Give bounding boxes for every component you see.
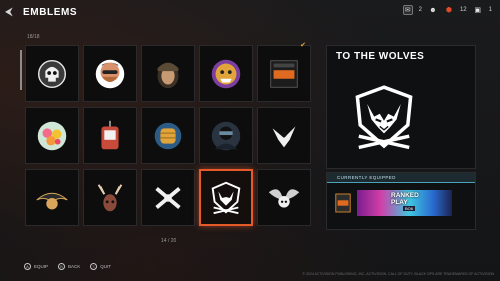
beast-icon <box>211 59 241 88</box>
page-title: EMBLEMS <box>23 7 78 18</box>
operator-icon <box>211 121 241 150</box>
prestige-icon[interactable]: ⬢ <box>444 5 454 15</box>
legal-text: © 2024 ACTIVISION PUBLISHING, INC. ACTIV… <box>302 272 494 276</box>
menu-button-icon: ≡ <box>90 263 98 270</box>
tile-bird-emblem[interactable] <box>257 107 311 164</box>
emblem-counter: 18/18 <box>27 34 40 40</box>
profile-icon[interactable]: ▣ <box>473 5 483 15</box>
notif-count: 1 <box>488 7 492 13</box>
tile-winged-skull-emblem[interactable] <box>257 169 311 226</box>
friends-icon[interactable]: ☻ <box>428 5 438 15</box>
quit-button[interactable]: ≡ QUIT <box>90 263 111 270</box>
tile-beast-emblem[interactable] <box>199 45 253 102</box>
emblem-name: TO THE WOLVES <box>336 51 425 62</box>
tile-fist-emblem[interactable] <box>141 107 195 164</box>
flower-icon <box>37 121 67 150</box>
status-area: ✉ 2 ☻ ⬢ 12 ▣ 1 <box>402 5 492 15</box>
skull-icon <box>37 59 67 88</box>
tile-crossed-guns-emblem[interactable] <box>141 169 195 226</box>
page-count: 14 / 20 <box>161 238 177 244</box>
black-ops-icon <box>335 193 351 213</box>
winged-skull-icon <box>268 188 300 207</box>
dogtag-icon <box>101 120 119 149</box>
tile-bearded-man-emblem[interactable] <box>83 45 137 102</box>
b-button-icon: B <box>58 263 66 270</box>
black-ops-icon <box>270 59 298 88</box>
equip-button[interactable]: A EQUIP <box>24 263 48 270</box>
equipped-check-icon: ✔ <box>300 42 306 49</box>
messages-icon[interactable]: ✉ <box>402 5 413 15</box>
tile-eagle-emblem[interactable] <box>25 169 79 226</box>
calling-card-sub: BO6 <box>403 206 416 211</box>
equipped-header: CURRENTLY EQUIPPED <box>327 173 475 183</box>
crossed-guns-icon <box>155 186 181 209</box>
tile-operator-emblem[interactable] <box>199 107 253 164</box>
tile-black-ops-emblem[interactable]: ✔ <box>257 42 311 102</box>
bird-icon <box>272 126 296 147</box>
tile-dogtag-emblem[interactable] <box>83 107 137 164</box>
equipped-calling-card[interactable]: RANKED PLAY BO6 <box>357 190 452 216</box>
soldier-icon <box>157 62 179 88</box>
tile-deer-emblem[interactable] <box>83 169 137 226</box>
tile-flowers-emblem[interactable] <box>25 107 79 164</box>
portrait-icon <box>95 59 125 88</box>
tile-wolves-emblem[interactable] <box>199 169 253 226</box>
wolf-icon <box>211 181 241 214</box>
tile-skull-emblem[interactable] <box>25 45 79 102</box>
calling-card-title: RANKED PLAY <box>391 192 419 206</box>
rank-count: 12 <box>459 7 467 13</box>
top-bar: ⮜ EMBLEMS ✉ 2 ☻ ⬢ 12 ▣ 1 <box>0 0 500 26</box>
fist-icon <box>154 122 182 149</box>
messages-count: 2 <box>418 7 422 13</box>
scrollbar[interactable] <box>20 50 22 90</box>
tile-soldier-portrait-emblem[interactable] <box>141 45 195 102</box>
emblem-grid: ✔ <box>25 42 311 226</box>
emblem-detail-panel: TO THE WOLVES <box>326 45 476 169</box>
back-arrow-icon[interactable]: ⮜ <box>5 6 13 19</box>
a-button-icon: A <box>24 263 31 270</box>
deer-icon <box>97 183 123 211</box>
wolf-icon <box>355 85 413 150</box>
back-button[interactable]: B BACK <box>58 263 80 270</box>
currently-equipped-panel: CURRENTLY EQUIPPED RANKED PLAY BO6 <box>326 172 476 230</box>
eagle-icon <box>36 192 68 209</box>
footer-controls: A EQUIP B BACK ≡ QUIT <box>24 263 111 270</box>
